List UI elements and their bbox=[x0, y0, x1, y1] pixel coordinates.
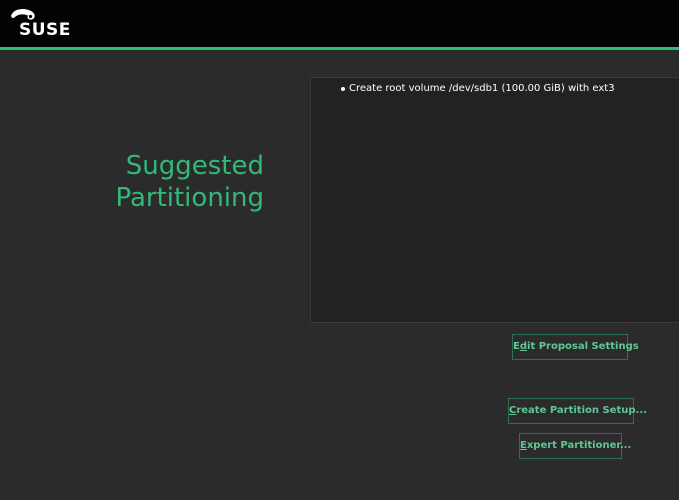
edit-proposal-settings-button[interactable]: Edit Proposal Settings bbox=[512, 334, 639, 360]
top-bar: SUSE bbox=[0, 0, 679, 47]
button-label-part: xpert Partitioner... bbox=[526, 440, 632, 451]
suse-logo: SUSE bbox=[9, 6, 73, 40]
page-title: Suggested Partitioning bbox=[80, 150, 264, 214]
accent-line bbox=[0, 47, 679, 50]
brand-wordmark: SUSE bbox=[19, 20, 71, 40]
button-label-part: it Proposal Settings bbox=[527, 341, 639, 352]
page-title-line-2: Partitioning bbox=[115, 183, 264, 213]
page-title-line-1: Suggested bbox=[125, 151, 264, 181]
proposal-list: Create root volume /dev/sdb1 (100.00 GiB… bbox=[341, 83, 615, 95]
button-label-part: E bbox=[513, 341, 520, 352]
button-mnemonic: E bbox=[520, 440, 527, 451]
button-mnemonic: d bbox=[519, 341, 528, 352]
bullet-icon bbox=[341, 87, 345, 91]
create-partition-setup-button[interactable]: Create Partition Setup... bbox=[508, 398, 647, 424]
proposal-list-item: Create root volume /dev/sdb1 (100.00 GiB… bbox=[341, 83, 615, 95]
expert-partitioner-button[interactable]: Expert Partitioner... bbox=[519, 433, 631, 459]
proposal-item-text: Create root volume /dev/sdb1 (100.00 GiB… bbox=[349, 83, 615, 94]
button-label-part: reate Partition Setup... bbox=[516, 405, 647, 416]
proposal-summary-panel[interactable]: Create root volume /dev/sdb1 (100.00 GiB… bbox=[310, 77, 679, 323]
